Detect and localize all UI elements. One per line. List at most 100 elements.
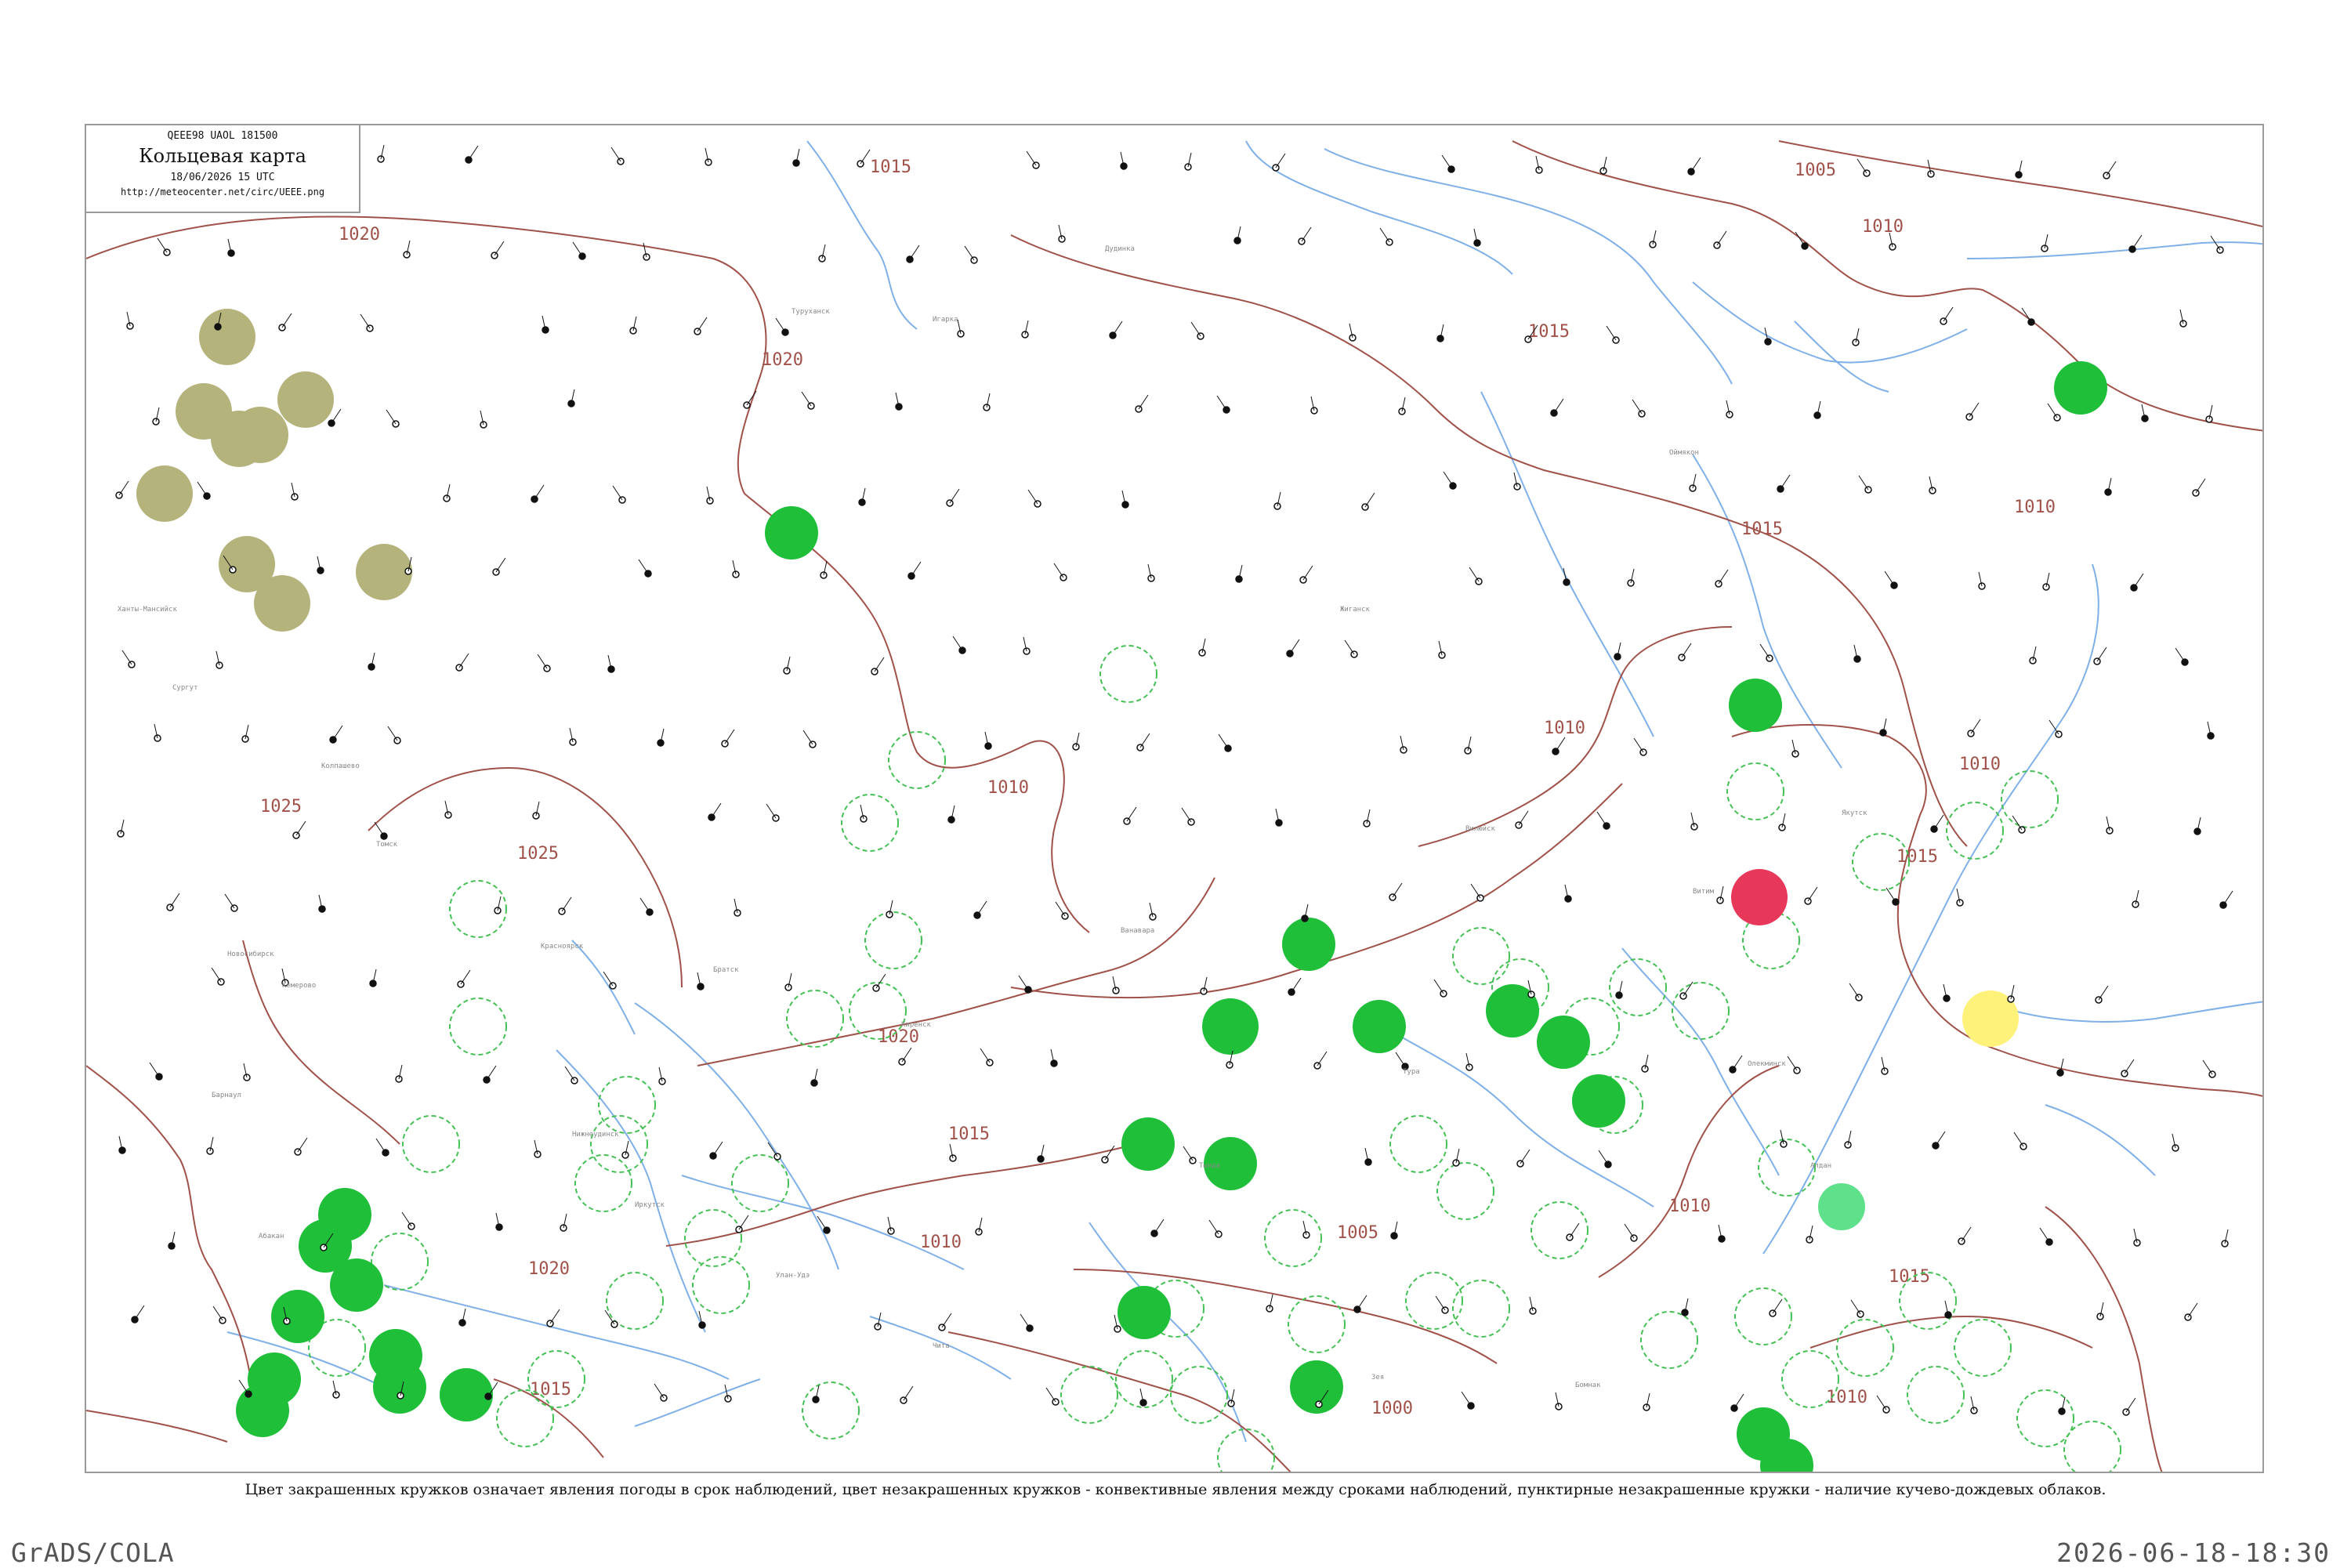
station-symbol [2133, 1228, 2141, 1247]
station-name: Колпашево [321, 762, 360, 770]
station-symbol [1121, 490, 1129, 509]
station-name: Дудинка [1105, 245, 1135, 253]
map-time: 18/06/2026 15 UTC [170, 172, 275, 183]
isobar-label: 1010 [987, 778, 1029, 798]
station-symbol [211, 967, 225, 986]
station-symbol [2179, 309, 2187, 328]
station-symbol [1037, 1144, 1045, 1163]
station-symbol [294, 1137, 308, 1156]
station-name: Кемерово [282, 982, 316, 990]
station-symbol [168, 1231, 176, 1250]
isobar-label: 1015 [1896, 847, 1938, 867]
station-symbol [2015, 160, 2023, 179]
station-symbol [1200, 976, 1208, 995]
station-symbol [2012, 815, 2026, 834]
station-symbol [957, 319, 965, 338]
station-symbol [537, 654, 551, 672]
station-symbol [705, 147, 712, 166]
station-symbol [1879, 718, 1887, 737]
station-symbol [694, 317, 708, 335]
weather-circle-green [1118, 1286, 1171, 1339]
station-symbol [1715, 569, 1729, 588]
station-symbol [2042, 572, 2050, 591]
station-symbol [1135, 394, 1149, 413]
station-symbol [1730, 1393, 1744, 1412]
station-symbol [546, 1309, 560, 1327]
station-symbol [639, 897, 654, 916]
station-symbol [907, 561, 922, 580]
station-symbol [1390, 1221, 1398, 1240]
station-symbol [975, 1217, 983, 1236]
station-symbol [278, 313, 292, 331]
station-symbol [387, 726, 401, 744]
station-symbol [898, 1047, 912, 1066]
station-symbol [117, 819, 125, 838]
weather-circle-green [1353, 1000, 1406, 1053]
station-name: Олекминск [1748, 1060, 1786, 1068]
cb-circle [731, 1154, 789, 1212]
station-symbol [166, 893, 180, 911]
map-title: Кольцевая карта [139, 145, 306, 167]
isobar-label: 1005 [1795, 161, 1836, 180]
cb-circle [1099, 645, 1157, 703]
map-caption: Цвет закрашенных кружков означает явлени… [245, 1481, 2106, 1498]
station-symbol [2128, 234, 2143, 253]
isobar-label: 1020 [528, 1259, 570, 1279]
station-symbol [1813, 400, 1821, 419]
station-symbol [1273, 491, 1281, 510]
station-symbol [292, 820, 306, 839]
station-symbol [1958, 1226, 1972, 1245]
station-symbol [1716, 885, 1724, 904]
station-symbol [1275, 808, 1283, 827]
station-symbol [1884, 570, 1898, 589]
station-name: Братск [713, 966, 739, 974]
station-symbol [1729, 1055, 1743, 1074]
isobar-label: 1025 [260, 797, 302, 817]
station-symbol [1364, 1147, 1372, 1166]
station-symbol [792, 148, 800, 167]
isobar-label: 1010 [1669, 1197, 1711, 1216]
isobar-label: 1000 [1371, 1399, 1413, 1418]
station-symbol [1965, 402, 1980, 421]
station-symbol [1353, 1295, 1367, 1313]
station-symbol [1944, 1300, 1952, 1319]
station-name: Сургут [172, 684, 198, 692]
map-url[interactable]: http://meteocenter.net/circ/UEEE.png [86, 186, 359, 197]
station-symbol [732, 559, 740, 578]
station-symbol [444, 800, 452, 819]
station-symbol [1235, 564, 1243, 583]
station-symbol [1139, 1388, 1147, 1407]
station-symbol [1233, 226, 1241, 244]
station-symbol [1435, 1295, 1449, 1314]
synoptic-map: 1020 1020 1015 1005 1010 1015 1015 1010 … [85, 124, 2264, 1473]
station-symbol [1208, 1219, 1223, 1238]
cumulonimbus-circles [308, 645, 2121, 1472]
station-symbol [457, 969, 471, 988]
station-symbol [2210, 235, 2224, 254]
station-symbol [947, 805, 955, 824]
station-symbol [1858, 475, 1872, 494]
cb-circle [574, 1154, 632, 1212]
isobar-label: 1015 [1889, 1267, 1930, 1287]
station-symbol [1632, 399, 1646, 418]
station-symbol [395, 1064, 403, 1083]
isobar-label: 1025 [517, 844, 559, 864]
station-symbol [1606, 325, 1620, 344]
station-symbol [1627, 568, 1635, 587]
station-symbol [227, 238, 235, 257]
station-symbol [560, 1213, 567, 1232]
station-symbol [2192, 478, 2206, 497]
station-symbol [2141, 404, 2149, 422]
station-symbol [492, 557, 506, 576]
station-symbol [1844, 1130, 1852, 1149]
station-symbol [980, 1048, 994, 1066]
station-symbol [629, 316, 637, 335]
cb-circle [2001, 770, 2059, 828]
station-symbol [820, 560, 828, 579]
station-symbol [1689, 473, 1697, 492]
station-symbol [2221, 1229, 2229, 1248]
cb-circle [1452, 927, 1510, 985]
isobar-label: 1010 [1544, 719, 1585, 738]
station-symbol [2039, 1227, 2053, 1246]
cb-circle [1217, 1429, 1275, 1472]
